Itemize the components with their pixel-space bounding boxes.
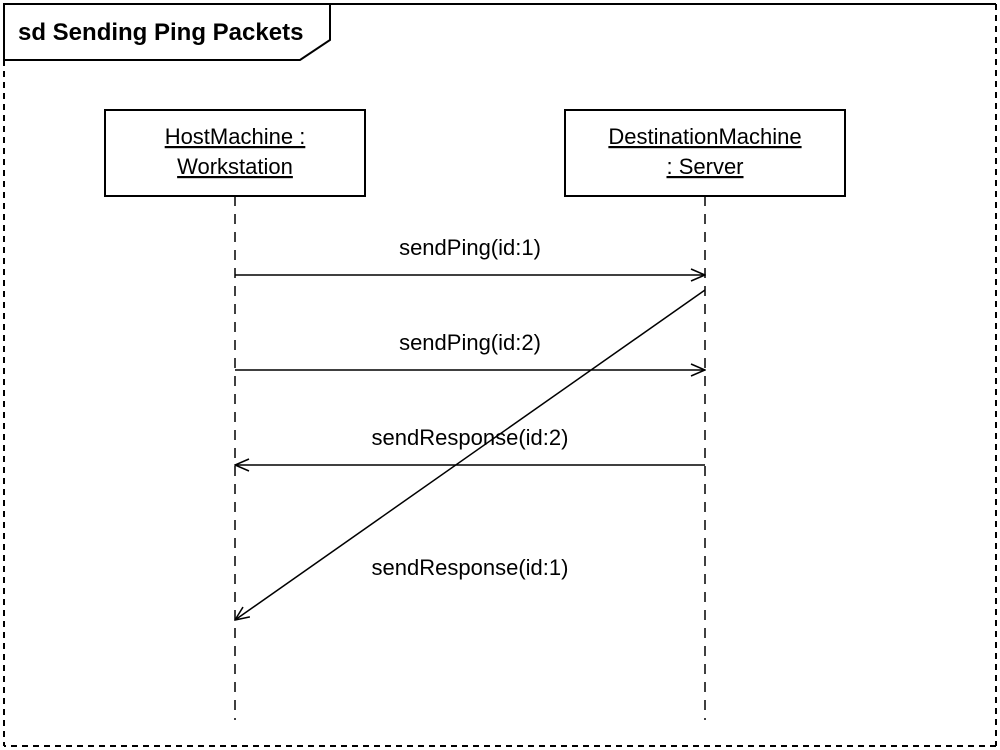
participant-host-line2: Workstation	[177, 154, 293, 179]
sequence-diagram: sd Sending Ping Packets HostMachine : Wo…	[0, 0, 1000, 750]
participant-dest-box	[565, 110, 845, 196]
participant-dest-line2: : Server	[666, 154, 743, 179]
message-label-2: sendPing(id:2)	[399, 330, 541, 355]
message-label-4: sendResponse(id:1)	[372, 555, 569, 580]
participant-dest-line1: DestinationMachine	[608, 124, 801, 149]
participant-host-line1: HostMachine :	[165, 124, 306, 149]
message-label-3: sendResponse(id:2)	[372, 425, 569, 450]
diagram-title: sd Sending Ping Packets	[18, 19, 303, 46]
message-label-1: sendPing(id:1)	[399, 235, 541, 260]
participant-host-box	[105, 110, 365, 196]
